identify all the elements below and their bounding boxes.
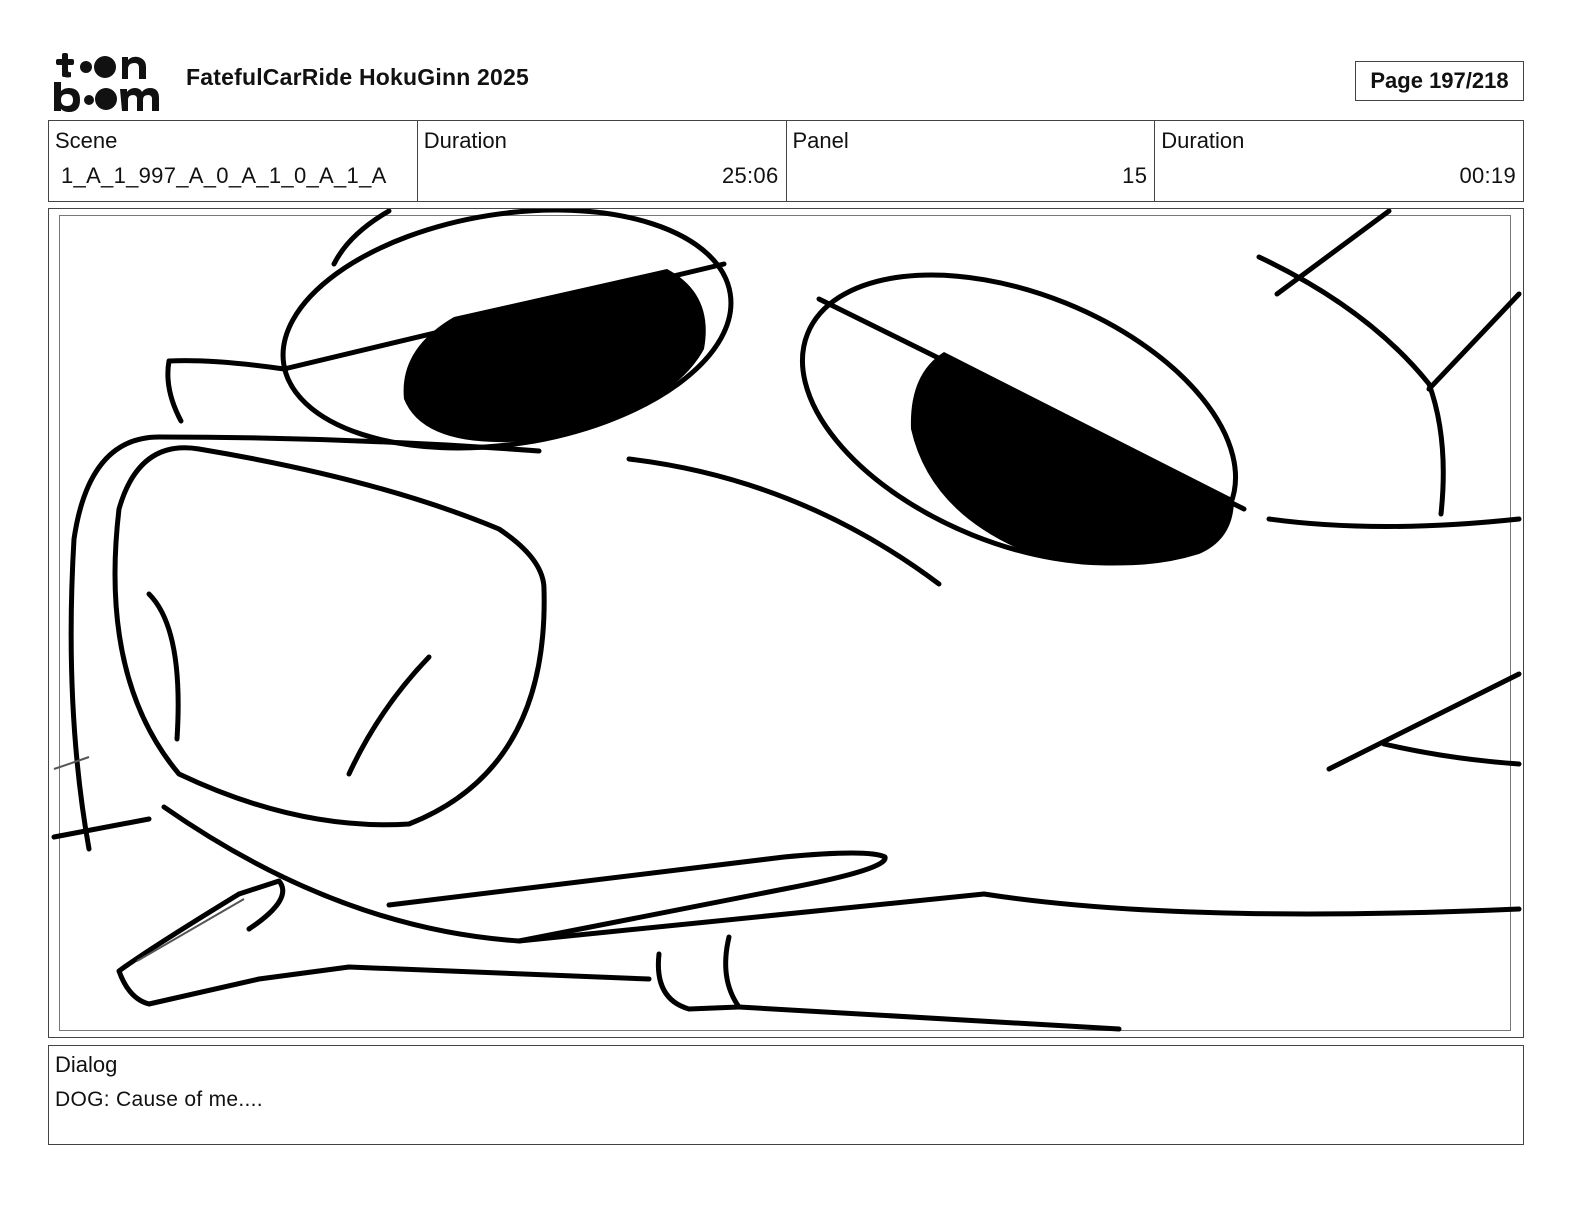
page-number: Page 197/218 bbox=[1355, 61, 1524, 101]
scene-duration-label: Duration bbox=[423, 128, 507, 153]
panel-duration-value: 00:19 bbox=[1459, 163, 1516, 188]
storyboard-panel bbox=[48, 208, 1524, 1038]
panel-value: 15 bbox=[1122, 163, 1148, 188]
panel-cell: Panel 15 bbox=[787, 121, 1156, 201]
scene-cell: Scene 1_A_1_997_A_0_A_1_0_A_1_A bbox=[49, 121, 418, 201]
panel-duration-cell: Duration 00:19 bbox=[1155, 121, 1523, 201]
dialog-text: DOG: Cause of me.... bbox=[55, 1088, 263, 1111]
scene-duration-cell: Duration 25:06 bbox=[418, 121, 787, 201]
scene-label: Scene bbox=[55, 128, 118, 153]
dialog-box: Dialog DOG: Cause of me.... bbox=[48, 1045, 1524, 1145]
scene-duration-value: 25:06 bbox=[721, 163, 779, 188]
sketch-image-icon bbox=[51, 209, 1522, 1032]
info-table: Scene 1_A_1_997_A_0_A_1_0_A_1_A Duration… bbox=[48, 120, 1524, 202]
panel-duration-label: Duration bbox=[1161, 128, 1245, 153]
project-title: FatefulCarRide HokuGinn 2025 bbox=[186, 64, 530, 90]
panel-label: Panel bbox=[792, 128, 849, 153]
scene-value: 1_A_1_997_A_0_A_1_0_A_1_A bbox=[61, 163, 387, 188]
dialog-label: Dialog bbox=[55, 1052, 118, 1077]
toonboom-logo bbox=[54, 53, 159, 112]
